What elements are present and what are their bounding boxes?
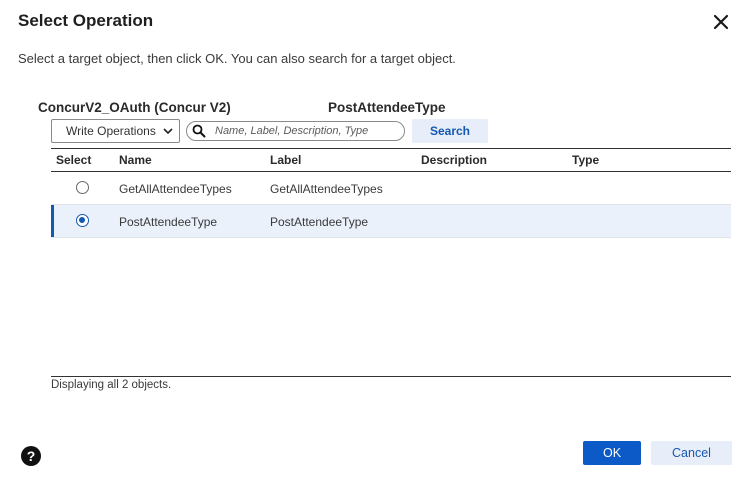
dialog-instructions: Select a target object, then click OK. Y… [18, 51, 456, 66]
operation-type-value: Write Operations [66, 124, 156, 138]
selection-indicator [51, 205, 54, 237]
row-label: GetAllAttendeeTypes [270, 182, 383, 196]
search-button[interactable]: Search [412, 119, 488, 143]
operation-type-dropdown[interactable]: Write Operations [51, 119, 180, 143]
row-radio-button-checked[interactable] [76, 214, 89, 227]
column-header-label[interactable]: Label [270, 153, 301, 167]
search-field[interactable] [186, 121, 405, 141]
close-icon[interactable] [709, 10, 733, 34]
table-header: Select Name Label Description Type [51, 149, 731, 172]
table-row-selected[interactable]: PostAttendeeType PostAttendeeType [51, 205, 731, 238]
ok-button[interactable]: OK [583, 441, 641, 465]
chevron-down-icon [162, 125, 174, 137]
select-operation-dialog: Select Operation Select a target object,… [0, 0, 752, 479]
table-row[interactable]: GetAllAttendeeTypes GetAllAttendeeTypes [51, 172, 731, 205]
search-icon [192, 124, 206, 138]
status-text: Displaying all 2 objects. [51, 379, 172, 391]
selected-target-name: PostAttendeeType [328, 100, 446, 115]
row-radio-button[interactable] [76, 181, 89, 194]
row-label: PostAttendeeType [270, 215, 369, 229]
column-header-description[interactable]: Description [421, 153, 487, 167]
search-input[interactable] [215, 124, 399, 138]
connection-name: ConcurV2_OAuth (Concur V2) [38, 100, 231, 115]
dialog-title: Select Operation [18, 11, 154, 30]
column-header-name[interactable]: Name [119, 153, 152, 167]
column-header-select: Select [56, 153, 92, 167]
objects-table: Select Name Label Description Type GetAl… [51, 148, 731, 377]
row-name: PostAttendeeType [119, 215, 218, 229]
help-icon[interactable]: ? [21, 446, 41, 466]
row-name: GetAllAttendeeTypes [119, 182, 232, 196]
column-header-type[interactable]: Type [572, 153, 599, 167]
cancel-button[interactable]: Cancel [651, 441, 732, 465]
